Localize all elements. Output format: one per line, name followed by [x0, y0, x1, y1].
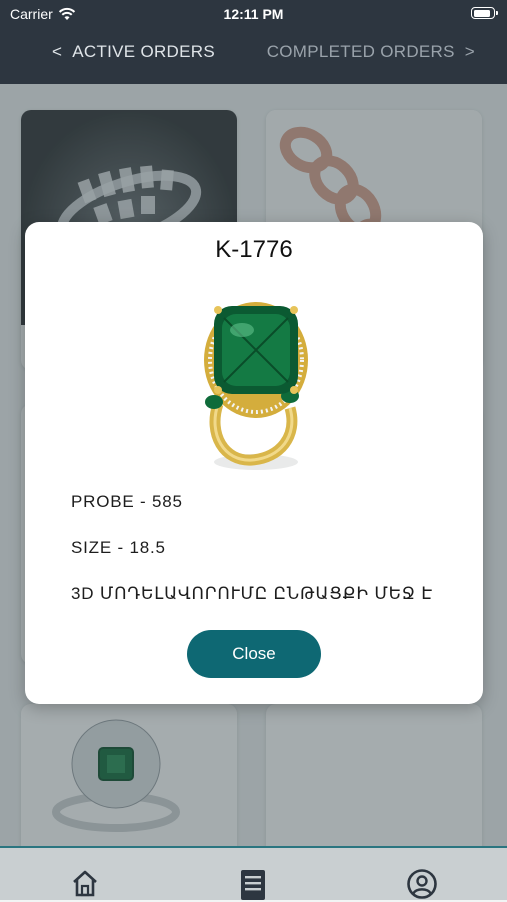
- clock: 12:11 PM: [223, 6, 284, 22]
- probe-detail: PROBE - 585: [71, 492, 183, 511]
- size-detail: SIZE - 18.5: [71, 538, 166, 557]
- tab-completed-orders[interactable]: COMPLETED ORDERS >: [267, 42, 475, 62]
- home-icon: [73, 870, 97, 897]
- nav-home-button[interactable]: [68, 868, 102, 902]
- bottom-nav: [0, 846, 507, 900]
- product-image: [204, 302, 308, 470]
- order-details-modal: K-1776 PROBE - 585 SIZE - 18.5 3D ՄՈԴԵԼԱ…: [25, 222, 483, 704]
- chevron-right-icon: >: [464, 42, 475, 61]
- tab-completed-orders-label: COMPLETED ORDERS: [266, 42, 455, 61]
- battery-fill: [473, 9, 490, 17]
- chevron-left-icon: <: [52, 42, 63, 61]
- tab-active-orders[interactable]: < ACTIVE ORDERS: [52, 42, 215, 62]
- nav-profile-button[interactable]: [405, 868, 439, 902]
- header: Carrier 12:11 PM < ACTIVE ORDERS COMPLET…: [0, 0, 507, 84]
- battery-icon: [471, 7, 498, 19]
- order-status: 3D ՄՈԴԵԼԱՎՈՐՈՒՄԸ ԸՆԹԱՑՔԻ ՄԵՋ Է: [71, 584, 433, 603]
- orders-icon: [241, 870, 265, 900]
- tab-active-orders-label: ACTIVE ORDERS: [72, 42, 215, 61]
- order-code: K-1776: [215, 236, 293, 263]
- profile-icon: [407, 869, 437, 899]
- close-button[interactable]: Close: [187, 630, 321, 678]
- order-tabs: < ACTIVE ORDERS COMPLETED ORDERS >: [0, 42, 507, 68]
- nav-orders-button[interactable]: [236, 868, 270, 902]
- status-bar: Carrier 12:11 PM: [0, 0, 507, 28]
